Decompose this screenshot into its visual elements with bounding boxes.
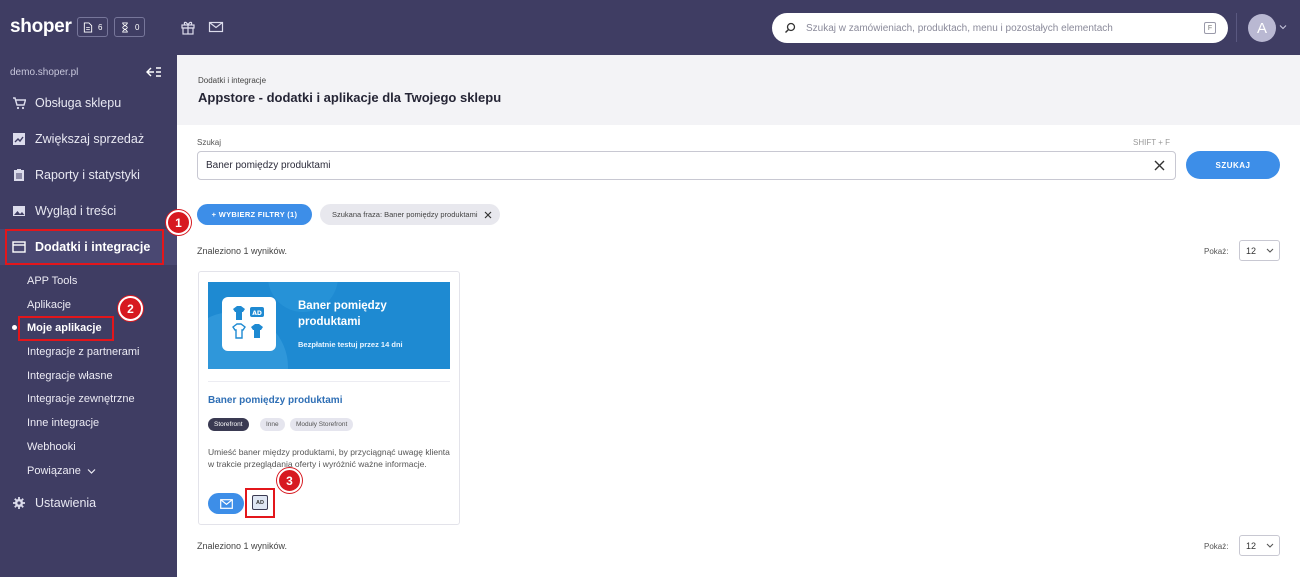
- search-button[interactable]: SZUKAJ: [1186, 151, 1280, 179]
- sidebar-subitem-webhooks[interactable]: Webhooki: [27, 441, 76, 453]
- app-description: Umieść baner między produktami, by przyc…: [208, 447, 450, 469]
- sidebar-subitem-related[interactable]: Powiązane: [27, 465, 96, 477]
- per-page-value: 12: [1246, 245, 1257, 256]
- avatar[interactable]: A: [1248, 14, 1276, 42]
- sidebar-subitem-apps[interactable]: Aplikacje: [27, 299, 71, 311]
- tag-other: Inne: [260, 418, 285, 431]
- sidebar-item-label: Obsługa sklepu: [35, 96, 122, 110]
- top-bar: shoper 6 0 Szukaj w zamówieniach, produk…: [0, 0, 1300, 55]
- breadcrumb[interactable]: Dodatki i integracje: [198, 76, 266, 85]
- products-ad-icon: AD: [232, 306, 264, 339]
- highlight-my-apps: [18, 316, 114, 341]
- annotation-2: 2: [118, 296, 143, 321]
- collapse-sidebar-icon[interactable]: [146, 66, 162, 78]
- annotation-1: 1: [166, 210, 191, 235]
- orders-count: 6: [98, 22, 103, 32]
- banner-title: Baner pomiędzy produktami: [298, 300, 387, 328]
- contact-button[interactable]: [208, 493, 244, 514]
- cart-icon: [13, 97, 26, 110]
- per-page-select[interactable]: 12: [1239, 240, 1280, 261]
- highlight-addons: [5, 229, 164, 265]
- page-header: Dodatki i integracje Appstore - dodatki …: [177, 55, 1300, 125]
- sidebar-item-increase-sales[interactable]: Zwiększaj sprzedaż: [0, 121, 177, 157]
- per-page-label: Pokaż:: [1204, 247, 1229, 256]
- mail-icon[interactable]: [208, 19, 224, 35]
- results-count-bottom: Znaleziono 1 wyników.: [197, 541, 288, 551]
- per-page-select-bottom[interactable]: 12: [1239, 535, 1280, 556]
- pending-count: 0: [135, 22, 140, 32]
- chevron-down-icon: [1266, 248, 1274, 253]
- search-input-value: Baner pomiędzy produktami: [206, 160, 331, 171]
- sidebar-item-label: Zwiększaj sprzedaż: [35, 132, 145, 146]
- annotation-3: 3: [277, 468, 302, 493]
- highlight-ad-badge: [245, 488, 275, 518]
- per-page-label-bottom: Pokaż:: [1204, 542, 1229, 551]
- image-icon: [13, 206, 25, 216]
- global-search[interactable]: Szukaj w zamówieniach, produktach, menu …: [772, 13, 1228, 43]
- app-logo-tile: AD: [222, 297, 276, 351]
- banner-subtitle: Bezpłatnie testuj przez 14 dni: [298, 340, 403, 349]
- filter-chip-label: Szukana fraza: Baner pomiędzy produktami: [332, 210, 478, 219]
- divider: [208, 381, 450, 382]
- sidebar-subitem-partner-integrations[interactable]: Integracje z partnerami: [27, 346, 140, 358]
- chevron-down-icon: [87, 468, 96, 474]
- per-page-value: 12: [1246, 540, 1257, 551]
- sidebar-item-settings[interactable]: Ustawienia: [0, 485, 177, 521]
- shoper-logo[interactable]: shoper: [10, 16, 72, 38]
- search-icon: [785, 22, 796, 33]
- sidebar-item-label: Wygląd i treści: [35, 204, 117, 218]
- chart-icon: [13, 133, 25, 145]
- sidebar-item-appearance[interactable]: Wygląd i treści: [0, 193, 177, 229]
- gear-icon: [13, 497, 25, 509]
- chevron-down-icon: [1266, 543, 1274, 548]
- shortcut-key: F: [1204, 22, 1216, 34]
- sidebar-subitem-related-label: Powiązane: [27, 465, 81, 477]
- page-title: Appstore - dodatki i aplikacje dla Twoje…: [198, 90, 502, 105]
- search-label: Szukaj: [197, 138, 222, 147]
- document-icon: [83, 21, 93, 33]
- clipboard-icon: [14, 169, 24, 181]
- store-name[interactable]: demo.shoper.pl: [10, 67, 78, 78]
- sidebar-subitem-own-integrations[interactable]: Integracje własne: [27, 370, 113, 382]
- tag-storefront: Storefront: [208, 418, 249, 431]
- orders-badge[interactable]: 6: [77, 17, 109, 37]
- sidebar-item-label: Raporty i statystyki: [35, 168, 140, 182]
- active-indicator: [12, 325, 17, 330]
- hourglass-icon: [122, 22, 128, 32]
- pending-badge[interactable]: 0: [114, 17, 146, 37]
- close-icon[interactable]: [484, 211, 492, 219]
- results-count: Znaleziono 1 wyników.: [197, 246, 288, 256]
- sidebar-subitem-external-integrations[interactable]: Integracje zewnętrzne: [27, 393, 135, 405]
- app-card[interactable]: AD Baner pomiędzy produktami Bezpłatnie …: [198, 271, 460, 525]
- sidebar-subitem-app-tools[interactable]: APP Tools: [27, 275, 77, 287]
- chevron-down-icon[interactable]: [1279, 23, 1287, 31]
- app-banner[interactable]: AD Baner pomiędzy produktami Bezpłatnie …: [208, 282, 450, 369]
- tag-storefront-modules: Moduły Storefront: [290, 418, 354, 431]
- filter-chip[interactable]: Szukana fraza: Baner pomiędzy produktami: [320, 204, 500, 225]
- search-shortcut-hint: SHIFT + F: [1133, 138, 1170, 147]
- svg-text:AD: AD: [252, 310, 262, 317]
- sidebar-item-label: Ustawienia: [35, 496, 97, 510]
- sidebar-subitem-other-integrations[interactable]: Inne integracje: [27, 417, 99, 429]
- global-search-placeholder: Szukaj w zamówieniach, produktach, menu …: [806, 22, 1113, 34]
- sidebar-item-store-service[interactable]: Obsługa sklepu: [0, 85, 177, 121]
- close-icon[interactable]: [1154, 160, 1165, 171]
- gift-icon[interactable]: [180, 19, 196, 35]
- choose-filters-button[interactable]: + WYBIERZ FILTRY (1): [197, 204, 312, 225]
- mail-icon: [219, 498, 233, 509]
- search-input[interactable]: Baner pomiędzy produktami: [197, 151, 1176, 180]
- app-title[interactable]: Baner pomiędzy produktami: [208, 395, 342, 406]
- divider: [1236, 13, 1237, 42]
- sidebar-item-reports[interactable]: Raporty i statystyki: [0, 157, 177, 193]
